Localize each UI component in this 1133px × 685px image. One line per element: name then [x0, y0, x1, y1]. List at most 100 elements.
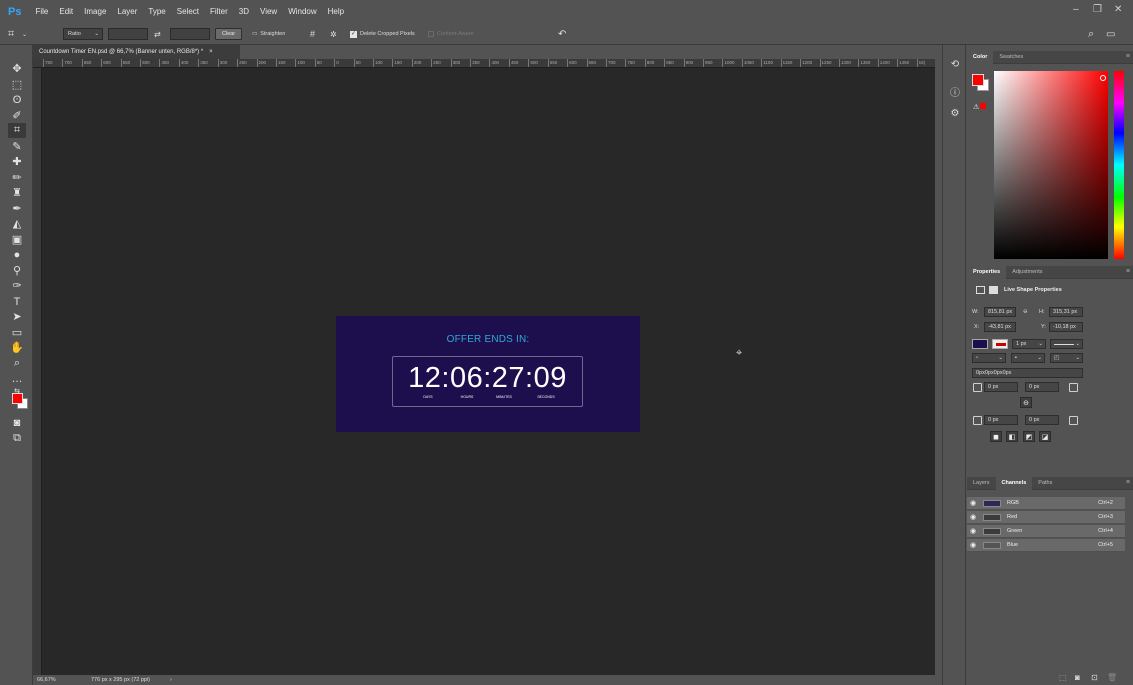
blur-tool-icon[interactable]: ● [8, 247, 26, 262]
color-picker-field[interactable] [994, 71, 1108, 259]
swap-icon[interactable]: ⇄ [154, 28, 161, 40]
zoom-tool-icon[interactable]: ⌕ [8, 356, 26, 371]
status-menu-arrow[interactable]: › [170, 677, 172, 683]
tab-adjustments[interactable]: Adjustments [1006, 266, 1048, 279]
menu-help[interactable]: Help [328, 7, 344, 16]
brush-tool-icon[interactable]: ✏ [8, 170, 26, 185]
menu-select[interactable]: Select [177, 7, 199, 16]
exclude-shape-icon[interactable]: ◪ [1039, 431, 1051, 442]
channels-menu-icon[interactable]: ≡ [1126, 479, 1130, 486]
tool-preset-dropdown[interactable]: ⌄ [22, 28, 27, 40]
delete-cropped-checkbox[interactable]: ✓ Delete Cropped Pixels [350, 28, 415, 40]
stroke-caps-select[interactable]: ▪ ⌄ [1011, 353, 1045, 363]
color-foreground-swatch[interactable] [972, 74, 984, 86]
ratio-select[interactable]: Ratio ⌄ [63, 28, 103, 40]
properties-menu-icon[interactable]: ≡ [1126, 268, 1130, 275]
tab-layers[interactable]: Layers [967, 477, 996, 490]
channel-row-rgb[interactable]: ◉ RGB Ctrl+2 [967, 497, 1125, 510]
tab-properties[interactable]: Properties [967, 265, 1007, 279]
load-selection-icon[interactable]: ⬚ [1059, 673, 1067, 682]
tab-close-icon[interactable]: × [209, 49, 213, 55]
channel-row-red[interactable]: ◉ Red Ctrl+3 [967, 511, 1125, 524]
y-input[interactable]: -10,18 px [1049, 322, 1083, 332]
menu-image[interactable]: Image [84, 7, 106, 16]
gamut-warning-icon[interactable]: ⚠ [973, 103, 987, 111]
menu-file[interactable]: File [35, 7, 48, 16]
tab-channels[interactable]: Channels [995, 476, 1033, 490]
height-input[interactable]: 315,31 px [1049, 307, 1083, 317]
corner-radius-summary[interactable]: 0px0px0px0px [972, 368, 1083, 378]
intersect-shape-icon[interactable]: ◩ [1023, 431, 1035, 442]
menu-type[interactable]: Type [148, 7, 165, 16]
menu-3d[interactable]: 3D [239, 7, 249, 16]
channel-row-blue[interactable]: ◉ Blue Ctrl+5 [967, 539, 1125, 552]
close-button[interactable]: ✕ [1114, 4, 1122, 15]
grid-overlay-icon[interactable]: # [310, 28, 315, 40]
panel-menu-icon[interactable]: ≡ [1126, 53, 1130, 60]
path-selection-tool-icon[interactable]: ➤ [8, 309, 26, 324]
shape-mask-icon[interactable] [976, 286, 985, 294]
ratio-height-input[interactable] [170, 28, 210, 40]
straighten-button[interactable]: ▭ Straighten [252, 28, 285, 40]
radius-bl-input[interactable]: 0 px [984, 415, 1018, 425]
tab-paths[interactable]: Paths [1032, 477, 1058, 490]
subtract-shape-icon[interactable]: ◧ [1006, 431, 1018, 442]
channel-row-green[interactable]: ◉ Green Ctrl+4 [967, 525, 1125, 538]
hue-slider[interactable] [1114, 71, 1124, 259]
brush-settings-icon[interactable]: ⚙ [949, 108, 961, 120]
restore-button[interactable]: ❐ [1093, 4, 1102, 15]
fill-color-swatch[interactable] [972, 339, 988, 349]
minimize-button[interactable]: – [1073, 4, 1079, 15]
type-tool-icon[interactable]: T [8, 294, 26, 309]
clone-stamp-tool-icon[interactable]: ♜ [8, 185, 26, 200]
reset-icon[interactable]: ↶ [558, 28, 566, 40]
clear-button[interactable]: Clear [215, 28, 243, 40]
visibility-eye-icon[interactable]: ◉ [967, 527, 979, 535]
menu-view[interactable]: View [260, 7, 277, 16]
crop-tool-icon[interactable]: ⌗ [8, 123, 26, 138]
x-input[interactable]: -43,81 px [984, 322, 1016, 332]
healing-brush-tool-icon[interactable]: ✚ [8, 154, 26, 169]
radius-tl-input[interactable]: 0 px [984, 382, 1018, 392]
info-icon[interactable]: ⓘ [949, 84, 961, 99]
tab-swatches[interactable]: Swatches [993, 51, 1029, 64]
ruler-vertical[interactable] [33, 68, 42, 675]
hand-tool-icon[interactable]: ✋ [8, 340, 26, 355]
stroke-corners-select[interactable]: ◰ ⌄ [1050, 353, 1083, 363]
link-radius-icon[interactable]: ⊖ [1020, 397, 1032, 408]
trash-icon[interactable]: 🗑 [1107, 673, 1117, 682]
move-tool-icon[interactable]: ✥ [8, 61, 26, 76]
content-aware-checkbox[interactable]: Content-Aware [428, 28, 474, 40]
radius-br-input[interactable]: 0 px [1025, 415, 1059, 425]
ratio-width-input[interactable] [108, 28, 148, 40]
combine-shapes-icon[interactable]: ◼ [990, 431, 1002, 442]
rectangle-tool-icon[interactable]: ▭ [8, 325, 26, 340]
visibility-eye-icon[interactable]: ◉ [967, 513, 979, 521]
stroke-type-select[interactable]: ⌄ [1050, 339, 1083, 349]
dodge-tool-icon[interactable]: ⚲ [8, 263, 26, 278]
ruler-horizontal[interactable]: 750 700 650 600 550 500 450 400 350 300 250 200 150 1… [33, 59, 935, 68]
quick-select-tool-icon[interactable]: ✐ [8, 108, 26, 123]
menu-filter[interactable]: Filter [210, 7, 228, 16]
zoom-level[interactable]: 66,67% [37, 677, 71, 683]
new-channel-icon[interactable]: ⊡ [1091, 673, 1098, 682]
crop-tool-icon[interactable]: ⌗ [8, 28, 14, 40]
vector-mask-icon[interactable] [989, 286, 998, 294]
gradient-tool-icon[interactable]: ▣ [8, 232, 26, 247]
tab-color[interactable]: Color [967, 50, 994, 64]
eraser-tool-icon[interactable]: ◭ [8, 216, 26, 231]
stroke-width-input[interactable]: 1 px ⌄ [1012, 339, 1046, 349]
workspace-icon[interactable]: ▭ [1106, 28, 1115, 40]
color-picker-marker[interactable] [1100, 75, 1106, 81]
menu-layer[interactable]: Layer [117, 7, 137, 16]
visibility-eye-icon[interactable]: ◉ [967, 499, 979, 507]
pen-tool-icon[interactable]: ✑ [8, 278, 26, 293]
stroke-color-swatch[interactable] [992, 339, 1008, 349]
history-icon[interactable]: ⟲ [949, 59, 961, 71]
menu-edit[interactable]: Edit [59, 7, 73, 16]
gear-icon[interactable]: ✲ [330, 28, 337, 40]
save-selection-icon[interactable]: ◙ [1075, 673, 1080, 682]
document-tab[interactable]: Countdown Timer EN.psd @ 66,7% (Banner u… [33, 45, 240, 59]
eyedropper-tool-icon[interactable]: ✎ [8, 139, 26, 154]
menu-window[interactable]: Window [288, 7, 316, 16]
